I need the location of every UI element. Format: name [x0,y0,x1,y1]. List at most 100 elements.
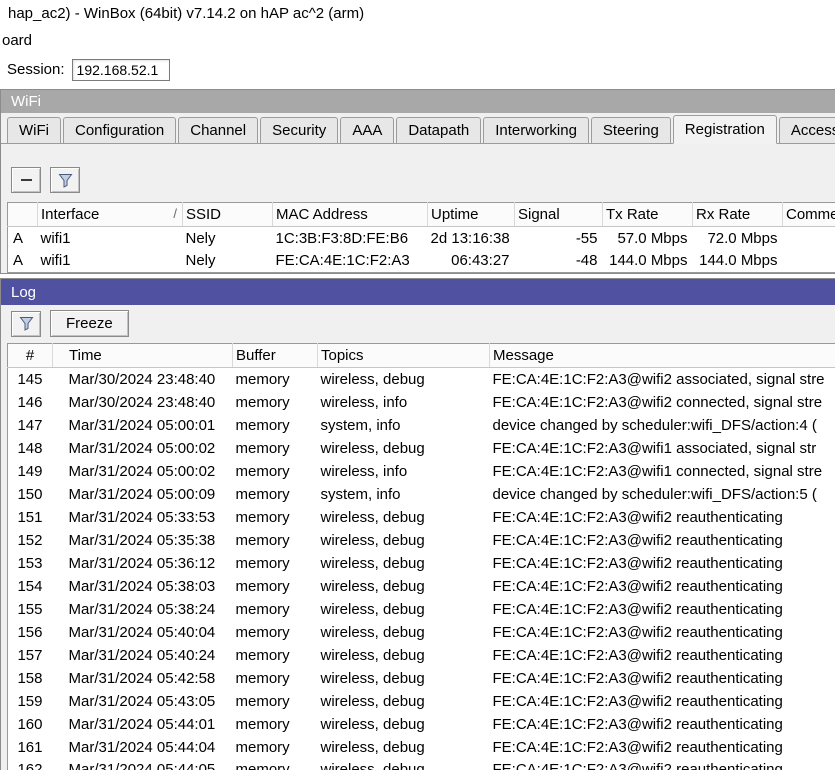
cell-num: 147 [7,413,53,437]
table-row[interactable]: 146 Mar/30/2024 23:48:40 memory wireless, i… [7,390,835,414]
table-row[interactable]: Awifi1 Nely FE:CA:4E:1C:F2:A3 06:43:27 -48 14… [7,249,835,273]
col-time[interactable]: Time [52,343,233,368]
cell-topics: wireless, info [317,390,490,414]
col-interface[interactable]: Interface / [37,202,183,227]
cell-buffer: memory [232,505,318,529]
col-uptime[interactable]: Uptime [427,202,515,227]
menubar: oard [0,28,835,53]
table-row[interactable]: 155 Mar/31/2024 05:38:24 memory wireless, d… [7,597,835,621]
log-window: Log Freeze # Time Buffer Topics Message … [0,278,835,770]
cell-time: Mar/31/2024 05:40:24 [52,643,233,667]
tab-datapath[interactable]: Datapath [396,117,482,143]
col-signal[interactable]: Signal [514,202,603,227]
table-row[interactable]: 157 Mar/31/2024 05:40:24 memory wireless, d… [7,643,835,667]
table-row[interactable]: 148 Mar/31/2024 05:00:02 memory wireless, d… [7,436,835,460]
cell-signal: -48 [514,249,603,273]
table-row[interactable]: 161 Mar/31/2024 05:44:04 memory wireless, d… [7,735,835,759]
cell-num: 149 [7,459,53,483]
tab-wifi[interactable]: WiFi [7,117,61,143]
table-row[interactable]: 152 Mar/31/2024 05:35:38 memory wireless, d… [7,528,835,552]
table-row[interactable]: 156 Mar/31/2024 05:40:04 memory wireless, d… [7,620,835,644]
cell-topics: system, info [317,413,490,437]
freeze-button[interactable]: Freeze [50,310,129,337]
sort-asc-indicator: / [173,206,177,221]
log-table: # Time Buffer Topics Message 145 Mar/30/2… [7,343,835,770]
cell-buffer: memory [232,574,318,598]
cell-num: 160 [7,712,53,736]
cell-comment [782,226,835,250]
cell-num: 156 [7,620,53,644]
col-buffer[interactable]: Buffer [232,343,318,368]
cell-message: FE:CA:4E:1C:F2:A3@wifi2 reauthenticating [489,666,835,690]
col-mac-address[interactable]: MAC Address [272,202,428,227]
table-row[interactable]: 159 Mar/31/2024 05:43:05 memory wireless, d… [7,689,835,713]
col-ssid[interactable]: SSID [182,202,273,227]
col-tx-rate[interactable]: Tx Rate [602,202,693,227]
wifi-window-titlebar[interactable]: WiFi [1,90,835,113]
log-window-titlebar[interactable]: Log [1,279,835,305]
col-message[interactable]: Message [489,343,835,368]
tab-configuration[interactable]: Configuration [63,117,177,143]
cell-ssid: Nely [182,226,273,250]
col-comment[interactable]: Comment [782,202,835,227]
cell-buffer: memory [232,712,318,736]
cell-num: 158 [7,666,53,690]
table-row[interactable]: 151 Mar/31/2024 05:33:53 memory wireless, d… [7,505,835,529]
tab-security[interactable]: Security [260,117,339,143]
table-row[interactable]: 153 Mar/31/2024 05:36:12 memory wireless, d… [7,551,835,575]
remove-button[interactable] [11,167,41,193]
funnel-icon [19,317,33,331]
tab-aaa[interactable]: AAA [340,117,395,143]
cell-uptime: 06:43:27 [427,249,515,273]
table-row[interactable]: 145 Mar/30/2024 23:48:40 memory wireless, d… [7,367,835,391]
cell-message: FE:CA:4E:1C:F2:A3@wifi2 reauthenticating [489,551,835,575]
cell-message: FE:CA:4E:1C:F2:A3@wifi2 reauthenticating [489,689,835,713]
tab-steering[interactable]: Steering [590,117,671,143]
table-row[interactable]: 149 Mar/31/2024 05:00:02 memory wireless, i… [7,459,835,483]
col-number[interactable]: # [7,343,53,368]
table-row[interactable]: 160 Mar/31/2024 05:44:01 memory wireless, d… [7,712,835,736]
wifi-tabs: WiFi Configuration Channel Security AAA Datap… [1,113,835,144]
cell-interface: wifi1 [37,249,183,273]
log-filter-button[interactable] [11,310,41,337]
table-row[interactable]: 154 Mar/31/2024 05:38:03 memory wireless, d… [7,574,835,598]
cell-time: Mar/31/2024 05:00:01 [52,413,233,437]
cell-topics: wireless, debug [317,551,490,575]
cell-message: FE:CA:4E:1C:F2:A3@wifi2 reauthenticating [489,643,835,667]
tab-interworking[interactable]: Interworking [483,117,589,143]
col-topics[interactable]: Topics [317,343,490,368]
table-row[interactable]: Awifi1 Nely 1C:3B:F3:8D:FE:B6 2d 13:16:38 -5… [7,226,835,250]
cell-time: Mar/31/2024 05:36:12 [52,551,233,575]
cell-ssid: Nely [182,249,273,273]
cell-time: Mar/31/2024 05:40:04 [52,620,233,644]
cell-num: 151 [7,505,53,529]
session-input[interactable] [71,58,170,81]
table-row[interactable]: 147 Mar/31/2024 05:00:01 memory system, inf… [7,413,835,437]
cell-message: FE:CA:4E:1C:F2:A3@wifi2 associated, sign… [489,367,835,391]
col-rx-rate[interactable]: Rx Rate [692,202,783,227]
tab-registration[interactable]: Registration [672,115,777,144]
registration-rows: Awifi1 Nely 1C:3B:F3:8D:FE:B6 2d 13:16:38 -5… [7,226,835,273]
cell-time: Mar/31/2024 05:00:02 [52,459,233,483]
table-row[interactable]: 162 Mar/31/2024 05:44:05 memory wireless, d… [7,758,835,770]
table-row[interactable]: 150 Mar/31/2024 05:00:09 memory system, inf… [7,482,835,506]
cell-tx-rate: 144.0 Mbps [602,249,693,273]
tab-channel[interactable]: Channel [178,117,259,143]
col-flags[interactable] [7,202,38,227]
cell-message: device changed by scheduler:wifi_DFS/act… [489,482,835,506]
cell-interface: wifi1 [37,226,183,250]
cell-buffer: memory [232,643,318,667]
cell-topics: wireless, debug [317,689,490,713]
app-titlebar[interactable]: hap_ac2) - WinBox (64bit) v7.14.2 on hAP… [0,0,835,28]
filter-button[interactable] [50,167,80,193]
table-row[interactable]: 158 Mar/31/2024 05:42:58 memory wireless, d… [7,666,835,690]
cell-time: Mar/31/2024 05:42:58 [52,666,233,690]
cell-num: 161 [7,735,53,759]
cell-buffer: memory [232,620,318,644]
menu-item-dashboard[interactable]: oard [2,32,32,49]
winbox-app: hap_ac2) - WinBox (64bit) v7.14.2 on hAP… [0,0,835,770]
cell-num: 157 [7,643,53,667]
cell-buffer: memory [232,390,318,414]
cell-num: 154 [7,574,53,598]
tab-access-list[interactable]: Access List [778,117,835,143]
